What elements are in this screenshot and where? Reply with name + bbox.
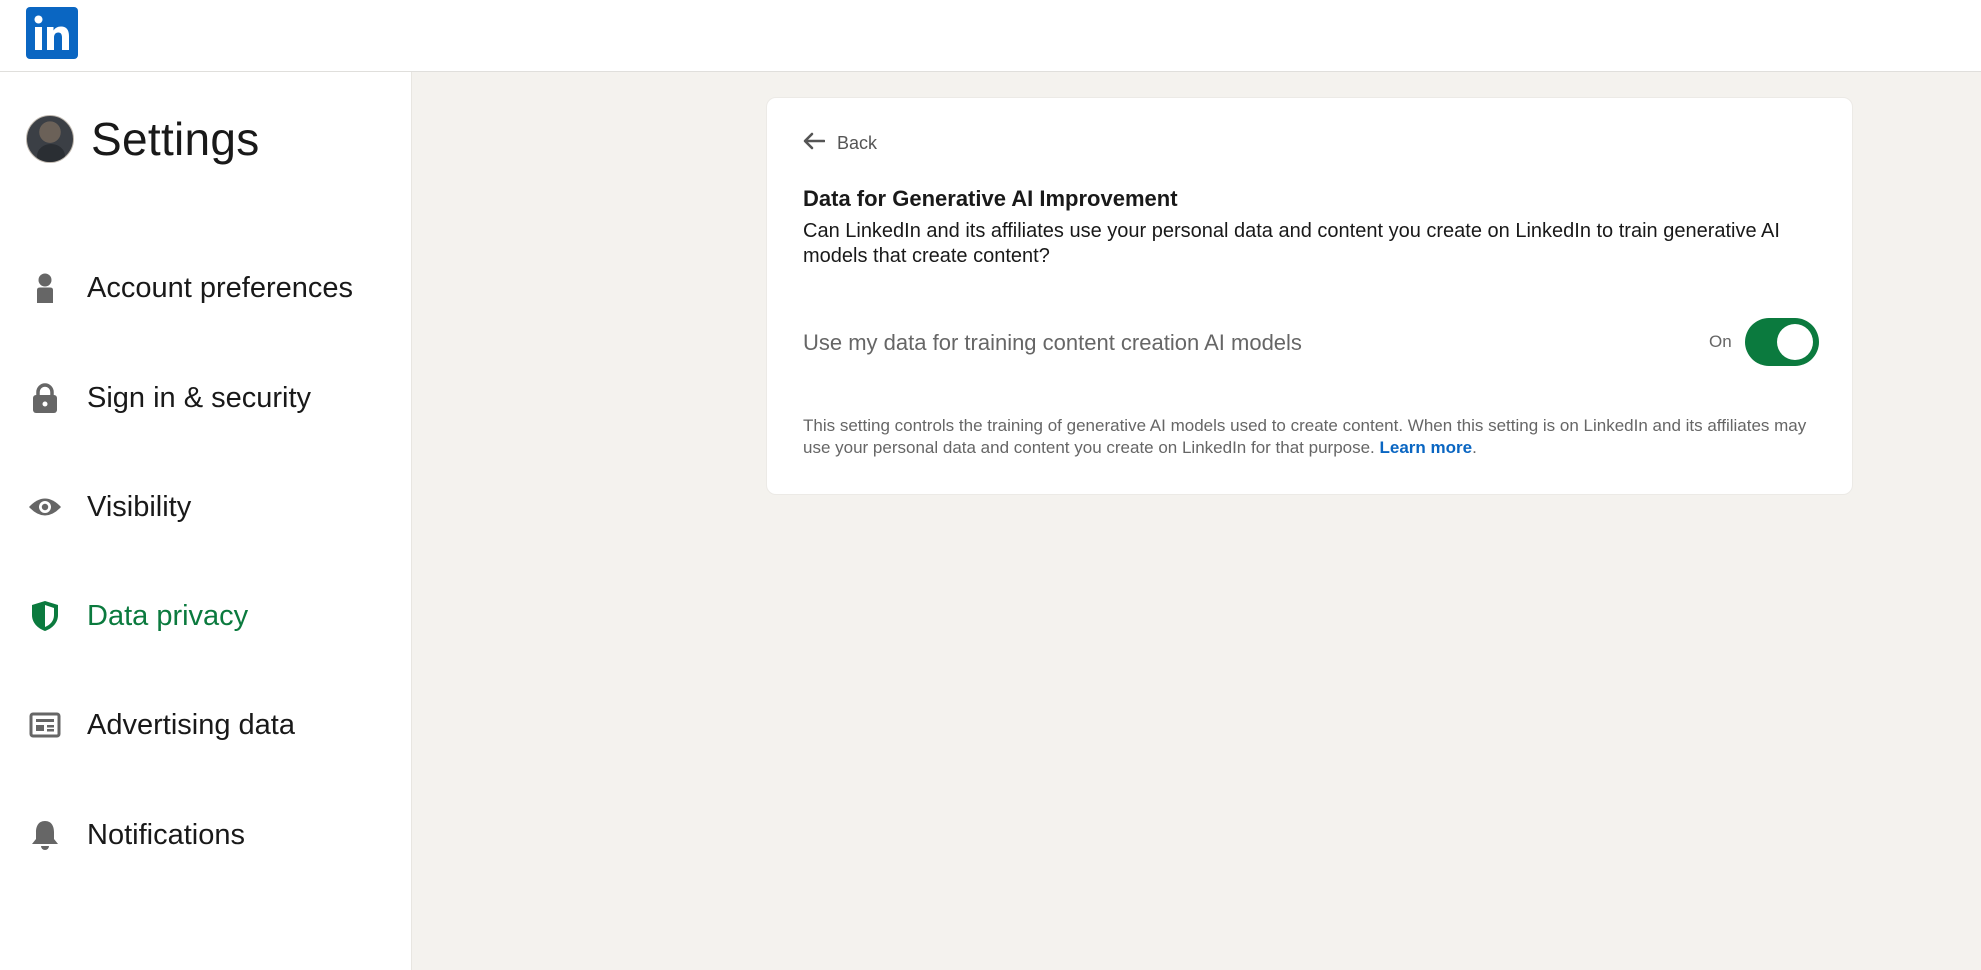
- back-button[interactable]: Back: [803, 132, 877, 155]
- lock-icon: [28, 381, 62, 415]
- section-description: Can LinkedIn and its affiliates use your…: [803, 220, 1780, 267]
- sidebar-item-data-privacy[interactable]: Data privacy: [0, 586, 411, 646]
- sidebar-item-account-preferences[interactable]: Account preferences: [0, 258, 411, 318]
- sidebar-item-label: Notifications: [87, 818, 245, 851]
- person-icon: [28, 271, 62, 305]
- sidebar-item-label: Sign in & security: [87, 381, 312, 414]
- learn-more-link[interactable]: Learn more: [1380, 438, 1473, 457]
- setting-footnote: This setting controls the training of ge…: [803, 415, 1813, 459]
- avatar[interactable]: [26, 115, 74, 163]
- linkedin-logo-icon[interactable]: [26, 7, 78, 59]
- settings-card: Back Data for Generative AI Improvement …: [766, 97, 1853, 495]
- top-nav-bar: [0, 0, 1981, 72]
- eye-icon: [28, 490, 62, 524]
- settings-header: Settings: [26, 112, 260, 166]
- linkedin-logo-glyph: [34, 15, 69, 50]
- footnote-suffix: .: [1472, 438, 1477, 457]
- settings-sidebar: Settings Account preferences Sign in & s…: [0, 72, 412, 970]
- sidebar-item-advertising-data[interactable]: Advertising data: [0, 695, 411, 755]
- section-title: Data for Generative AI Improvement: [803, 186, 1178, 211]
- footnote-text: This setting controls the training of ge…: [803, 416, 1807, 457]
- toggle-state-label: On: [1709, 332, 1732, 351]
- sidebar-item-visibility[interactable]: Visibility: [0, 477, 411, 537]
- ad-icon: [28, 708, 62, 742]
- back-label: Back: [837, 133, 878, 153]
- sidebar-item-notifications[interactable]: Notifications: [0, 805, 411, 865]
- sidebar-item-label: Advertising data: [87, 708, 295, 741]
- bell-icon: [28, 818, 62, 852]
- sidebar-item-sign-in-security[interactable]: Sign in & security: [0, 368, 411, 428]
- ai-training-toggle[interactable]: [1745, 318, 1819, 366]
- sidebar-item-label: Visibility: [87, 490, 192, 523]
- arrow-left-icon: [803, 132, 826, 155]
- sidebar-item-label: Account preferences: [87, 271, 353, 304]
- sidebar-item-label: Data privacy: [87, 599, 249, 632]
- toggle-label: Use my data for training content creatio…: [803, 330, 1302, 355]
- page-title: Settings: [91, 113, 260, 165]
- toggle-knob: [1777, 324, 1813, 360]
- shield-icon: [28, 599, 62, 633]
